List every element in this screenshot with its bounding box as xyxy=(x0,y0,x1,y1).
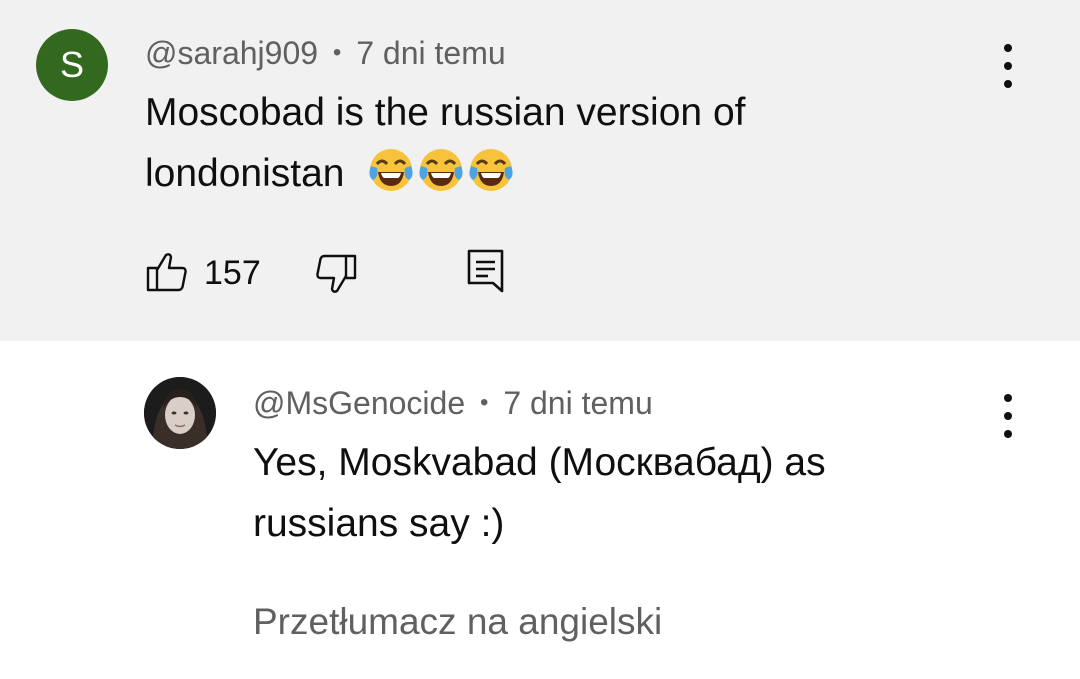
face-with-tears-of-joy-icon xyxy=(417,146,465,194)
face-with-tears-of-joy-icon xyxy=(367,146,415,194)
reply-text-line-2: russians say :) xyxy=(253,496,504,552)
meta-separator: • xyxy=(333,39,341,66)
highlighted-comment: S @sarahj909 • 7 dni temu Moscobad is th… xyxy=(0,0,1080,341)
comment-meta: @sarahj909 • 7 dni temu xyxy=(145,35,506,72)
reply-text-line-1: Yes, Moskvabad (Москвабад) as xyxy=(253,435,826,491)
reply-author[interactable]: @MsGenocide xyxy=(253,385,465,421)
thumbs-down-icon[interactable] xyxy=(314,252,358,301)
face-with-tears-of-joy-icon xyxy=(467,146,515,194)
reply-comment-icon[interactable] xyxy=(466,248,506,299)
comment-text-line-2: londonistan xyxy=(145,146,515,202)
avatar[interactable] xyxy=(144,377,216,449)
thumbs-up-icon[interactable] xyxy=(145,250,189,299)
comment-author[interactable]: @sarahj909 xyxy=(145,35,318,71)
avatar[interactable]: S xyxy=(36,29,108,101)
meta-separator: • xyxy=(480,389,488,416)
comment-text-line-2-label: londonistan xyxy=(145,152,345,195)
more-vert-icon[interactable] xyxy=(998,44,1018,88)
comment-time: 7 dni temu xyxy=(356,35,505,71)
more-vert-icon[interactable] xyxy=(998,394,1018,438)
reply-time: 7 dni temu xyxy=(503,385,652,421)
reply-meta: @MsGenocide • 7 dni temu xyxy=(253,385,653,422)
comment-text-line-1: Moscobad is the russian version of xyxy=(145,85,745,141)
translate-button[interactable]: Przetłumacz na angielski xyxy=(253,601,662,643)
like-count: 157 xyxy=(204,254,261,293)
